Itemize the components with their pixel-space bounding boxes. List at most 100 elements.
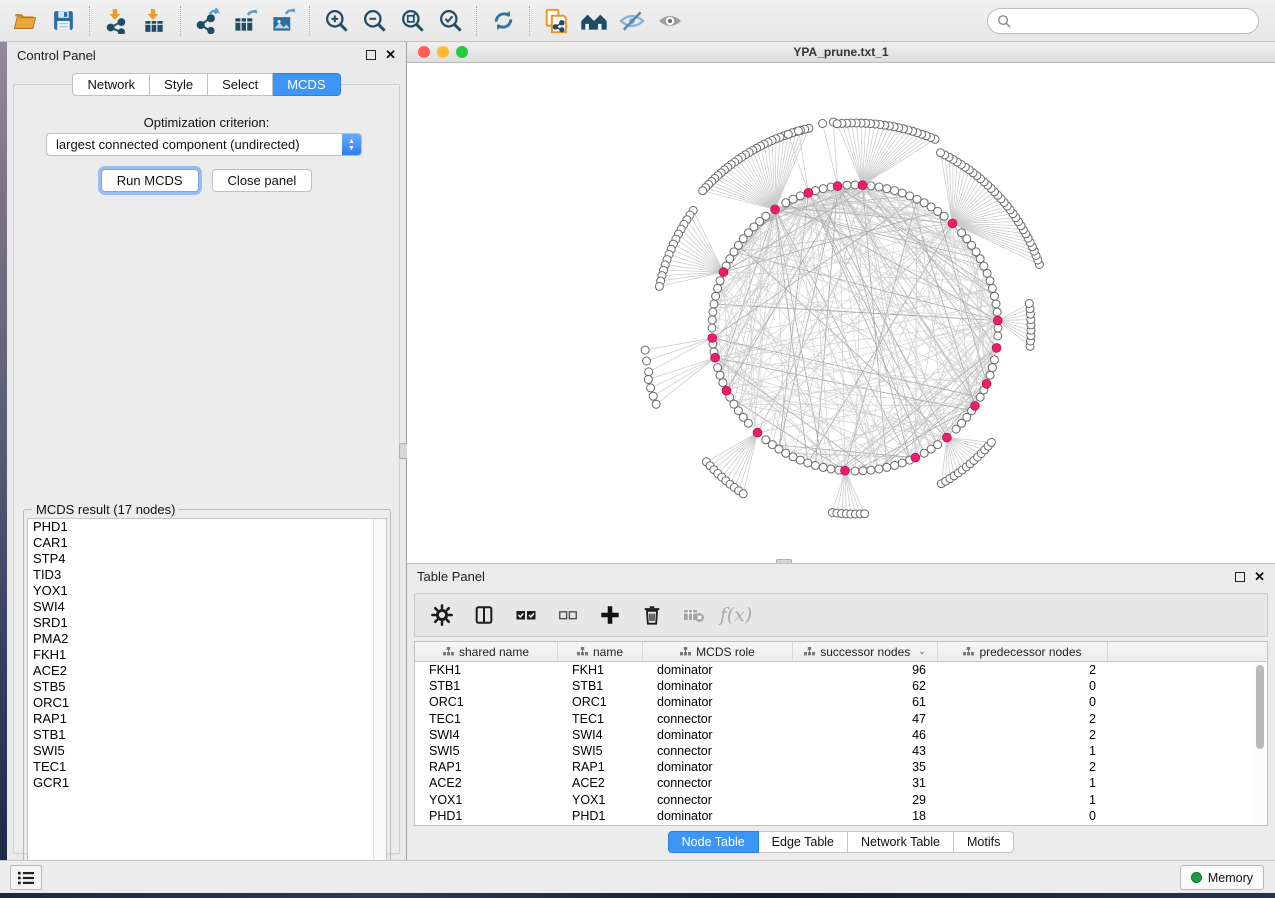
mcds-result-item[interactable]: FKH1	[28, 647, 386, 663]
table-scrollbar-thumb[interactable]	[1256, 665, 1264, 749]
cell-mcds_role: dominator	[643, 728, 793, 742]
mcds-result-item[interactable]: SWI4	[28, 599, 386, 615]
network-graph[interactable]	[407, 63, 1275, 563]
table-row[interactable]: FKH1FKH1dominator962	[415, 662, 1267, 678]
mcds-result-item[interactable]: STP4	[28, 551, 386, 567]
mcds-result-item[interactable]: SRD1	[28, 615, 386, 631]
first-neighbors-button[interactable]	[575, 3, 613, 39]
column-header-shared-name[interactable]: shared name	[415, 642, 558, 661]
export-table-icon	[232, 7, 259, 34]
mcds-result-item[interactable]: ACE2	[28, 663, 386, 679]
table-row[interactable]: ORC1ORC1dominator610	[415, 694, 1267, 710]
float-panel-button[interactable]	[1235, 572, 1245, 582]
cell-predecessor: 2	[938, 663, 1108, 677]
run-mcds-button[interactable]: Run MCDS	[101, 169, 199, 192]
task-history-button[interactable]	[10, 865, 42, 890]
copy-style-button[interactable]	[537, 3, 575, 39]
mcds-result-item[interactable]: YOX1	[28, 583, 386, 599]
network-canvas[interactable]	[407, 63, 1275, 563]
tab-style[interactable]: Style	[150, 73, 208, 96]
zoom-out-button[interactable]	[355, 3, 393, 39]
cell-successor: 61	[793, 695, 938, 709]
mcds-result-item[interactable]: RAP1	[28, 711, 386, 727]
show-all-icon	[656, 7, 684, 35]
column-header-successor-nodes[interactable]: successor nodes⌄	[793, 642, 938, 661]
deselect-all-button[interactable]	[555, 602, 581, 628]
table-row[interactable]: RAP1RAP1dominator352	[415, 759, 1267, 775]
zoom-in-button[interactable]	[317, 3, 355, 39]
optimization-criterion-select[interactable]: largest connected component (undirected)…	[46, 133, 362, 156]
cell-predecessor: 1	[938, 776, 1108, 790]
mcds-result-item[interactable]: PHD1	[28, 519, 386, 535]
tab-motifs[interactable]: Motifs	[954, 831, 1014, 853]
save-button[interactable]	[44, 3, 82, 39]
zoom-fit-icon	[399, 7, 426, 34]
mcds-result-list[interactable]: PHD1CAR1STP4TID3YOX1SWI4SRD1PMA2FKH1ACE2…	[27, 518, 387, 875]
sort-indicator-icon[interactable]: ⌄	[918, 646, 926, 657]
table-row[interactable]: STB1STB1dominator620	[415, 678, 1267, 694]
select-all-button[interactable]	[513, 602, 539, 628]
close-panel-button[interactable]: Close panel	[212, 169, 313, 192]
import-network-button[interactable]	[97, 3, 135, 39]
mcds-result-item[interactable]: TID3	[28, 567, 386, 583]
table-row[interactable]: ACE2ACE2connector311	[415, 775, 1267, 791]
zoom-fit-button[interactable]	[393, 3, 431, 39]
table-row[interactable]: SWI4SWI4dominator462	[415, 727, 1267, 743]
cell-predecessor: 0	[938, 809, 1108, 823]
show-all-button[interactable]	[651, 3, 689, 39]
hide-selected-button[interactable]	[613, 3, 651, 39]
mcds-result-item[interactable]: ORC1	[28, 695, 386, 711]
export-table-button[interactable]	[226, 3, 264, 39]
mcds-result-item[interactable]: GCR1	[28, 775, 386, 791]
tab-mcds[interactable]: MCDS	[273, 73, 340, 96]
open-file-button[interactable]	[6, 3, 44, 39]
delete-column-icon	[641, 604, 663, 626]
delete-column-button[interactable]	[639, 602, 665, 628]
table-scrollbar[interactable]	[1254, 663, 1266, 824]
cell-mcds_role: connector	[643, 712, 793, 726]
columns-button[interactable]	[471, 602, 497, 628]
first-neighbors-icon	[579, 6, 609, 36]
column-header-MCDS-role[interactable]: MCDS role	[643, 642, 793, 661]
tab-node-table[interactable]: Node Table	[668, 831, 759, 853]
cell-shared_name: YOX1	[415, 793, 558, 807]
network-window-titlebar[interactable]: YPA_prune.txt_1	[407, 42, 1275, 63]
cell-successor: 62	[793, 679, 938, 693]
tab-edge-table[interactable]: Edge Table	[759, 831, 848, 853]
search-box[interactable]	[987, 8, 1259, 34]
result-list-scrollbar[interactable]	[373, 519, 386, 874]
gear-button[interactable]	[429, 602, 455, 628]
tab-network[interactable]: Network	[72, 73, 150, 96]
mcds-result-item[interactable]: CAR1	[28, 535, 386, 551]
mcds-result-item[interactable]: TEC1	[28, 759, 386, 775]
mcds-result-item[interactable]: SWI5	[28, 743, 386, 759]
control-panel-tabs: NetworkStyleSelectMCDS	[7, 73, 406, 96]
tab-network-table[interactable]: Network Table	[848, 831, 954, 853]
mcds-result-item[interactable]: PMA2	[28, 631, 386, 647]
search-input[interactable]	[1012, 14, 1249, 29]
table-row[interactable]: SWI5SWI5connector431	[415, 743, 1267, 759]
export-image-button[interactable]	[264, 3, 302, 39]
close-panel-icon[interactable]: ✕	[385, 50, 396, 60]
table-row[interactable]: TEC1TEC1connector472	[415, 711, 1267, 727]
column-header-predecessor-nodes[interactable]: predecessor nodes	[938, 642, 1108, 661]
cell-mcds_role: dominator	[643, 663, 793, 677]
float-panel-button[interactable]	[366, 50, 376, 60]
refresh-layout-button[interactable]	[484, 3, 522, 39]
export-network-button[interactable]	[188, 3, 226, 39]
cell-name: TEC1	[558, 712, 643, 726]
table-row[interactable]: YOX1YOX1connector291	[415, 792, 1267, 808]
zoom-selected-button[interactable]	[431, 3, 469, 39]
close-panel-icon[interactable]: ✕	[1254, 572, 1265, 582]
mcds-result-item[interactable]: STB5	[28, 679, 386, 695]
column-header-name[interactable]: name	[558, 642, 643, 661]
table-row[interactable]: PHD1PHD1dominator180	[415, 808, 1267, 824]
main-toolbar	[0, 0, 1275, 42]
add-column-button[interactable]	[597, 602, 623, 628]
mcds-result-item[interactable]: STB1	[28, 727, 386, 743]
tab-select[interactable]: Select	[208, 73, 273, 96]
import-table-button[interactable]	[135, 3, 173, 39]
network-window: YPA_prune.txt_1	[407, 42, 1275, 563]
memory-button[interactable]: Memory	[1180, 865, 1264, 890]
cell-predecessor: 2	[938, 760, 1108, 774]
